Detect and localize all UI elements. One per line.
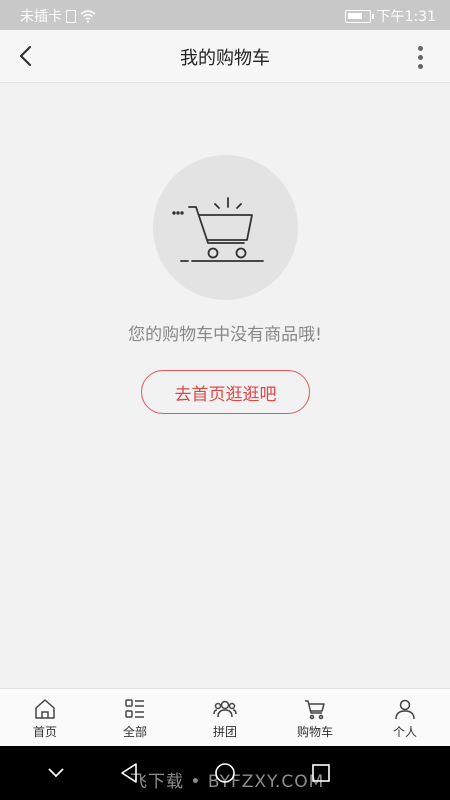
tab-home[interactable]: 首页 <box>0 689 90 746</box>
more-options-button[interactable] <box>412 42 428 72</box>
user-icon <box>395 699 415 720</box>
empty-cart-message: 您的购物车中没有商品哦! <box>128 325 322 345</box>
sim-icon <box>66 9 76 23</box>
empty-cart-illustration <box>153 155 298 300</box>
watermark-text: 飞下载 • BYFZXY.COM <box>130 772 325 792</box>
group-icon <box>213 700 237 718</box>
tab-label: 首页 <box>32 725 57 739</box>
nav-bar: 我的购物车 <box>0 30 450 83</box>
page-title: 我的购物车 <box>180 48 270 69</box>
wifi-icon <box>80 10 96 23</box>
chevron-down-icon <box>48 768 64 778</box>
tab-group-buy[interactable]: 拼团 <box>180 689 270 746</box>
category-list-icon <box>125 699 144 718</box>
hide-nav-button[interactable] <box>43 760 69 786</box>
clock-text: 下午1:31 <box>376 9 436 25</box>
tab-label: 购物车 <box>296 725 333 739</box>
go-home-button[interactable]: 去首页逛逛吧 <box>141 370 310 414</box>
status-bar: 未插卡 下午1:31 <box>0 0 450 30</box>
more-dot-icon <box>417 45 423 51</box>
empty-cart-icon <box>172 197 264 262</box>
tab-cart[interactable]: 购物车 <box>270 689 360 746</box>
more-dot-icon <box>417 63 423 69</box>
more-dot-icon <box>417 54 423 60</box>
tab-label: 全部 <box>122 725 147 739</box>
tab-all[interactable]: 全部 <box>90 689 180 746</box>
carrier-text: 未插卡 <box>20 9 62 25</box>
tab-label: 个人 <box>392 725 417 739</box>
battery-icon <box>344 9 374 23</box>
tab-label: 拼团 <box>212 725 237 739</box>
bottom-tab-bar: 首页 全部 拼团 购物车 个人 <box>0 688 450 746</box>
tab-profile[interactable]: 个人 <box>360 689 450 746</box>
cart-icon <box>305 700 325 720</box>
home-icon <box>35 699 55 719</box>
